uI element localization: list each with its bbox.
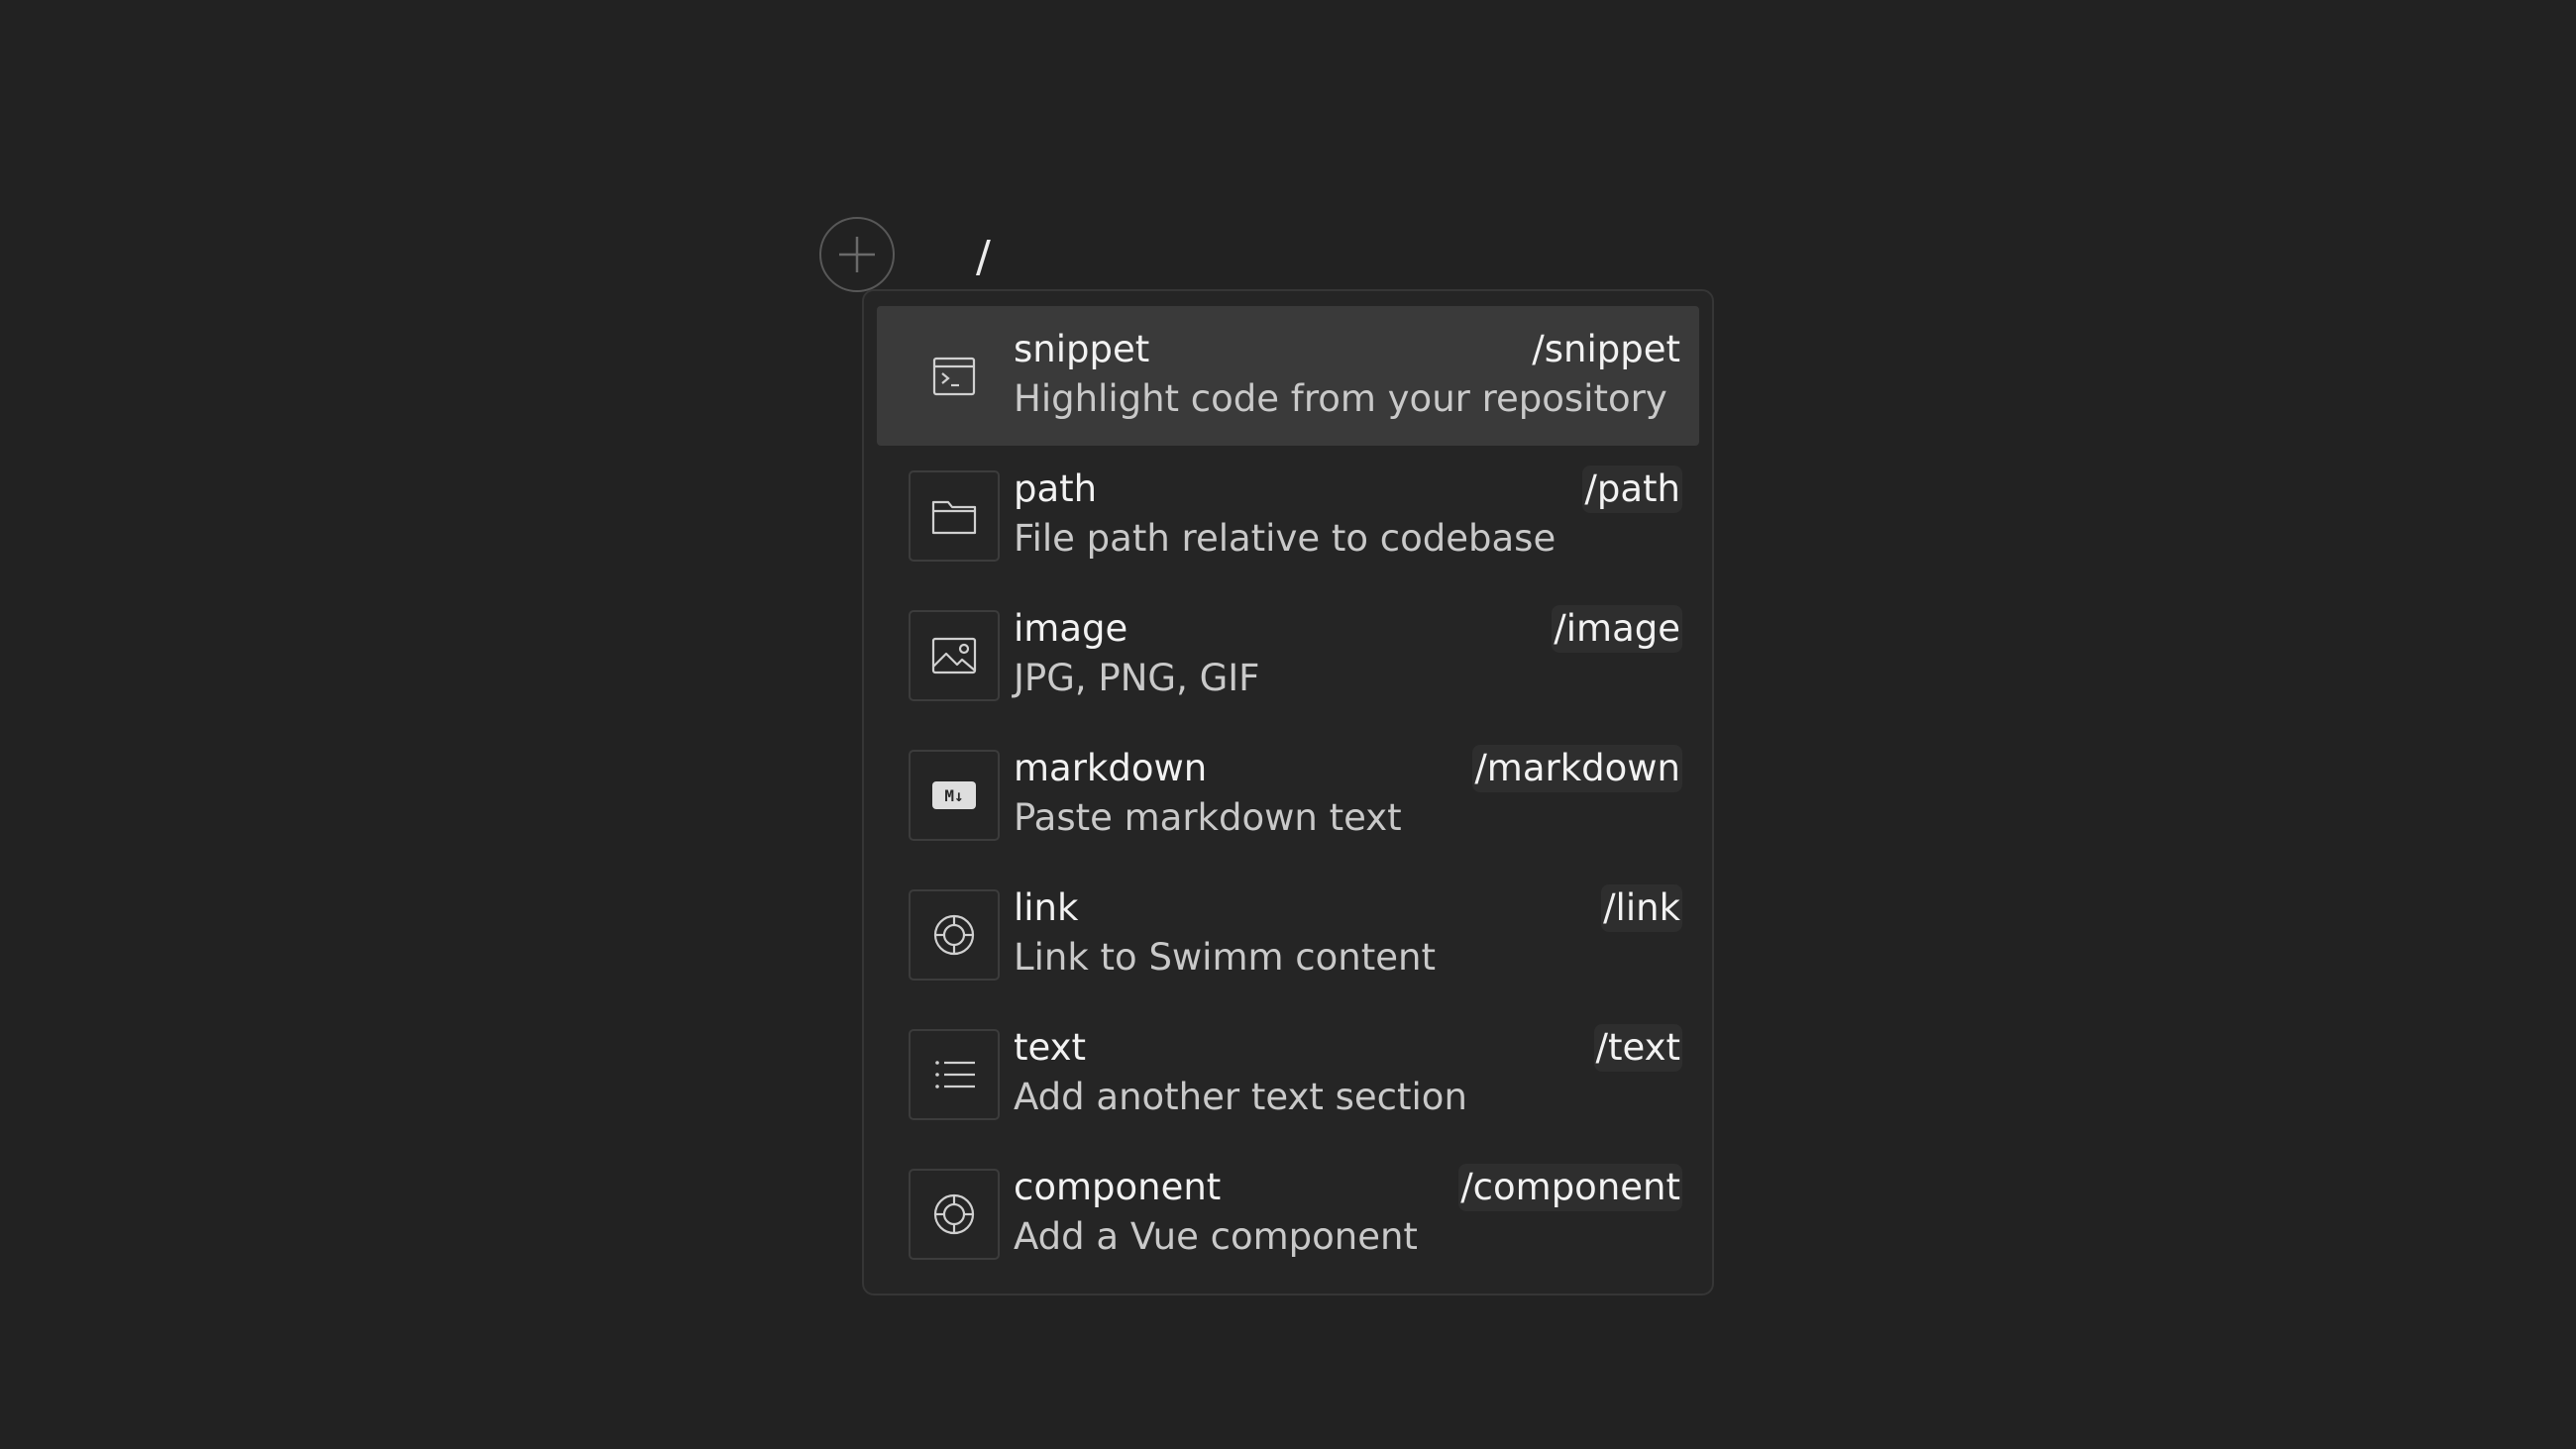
menu-item-description: Link to Swimm content xyxy=(1014,936,1436,979)
menu-item-component[interactable]: component Add a Vue component /component xyxy=(877,1144,1699,1284)
menu-item-shortcut: /path xyxy=(1582,466,1682,513)
terminal-window-icon xyxy=(909,331,1000,422)
menu-item-text[interactable]: text Add another text section /text xyxy=(877,1004,1699,1144)
menu-item-title: link xyxy=(1014,886,1079,929)
menu-item-shortcut: /text xyxy=(1593,1024,1682,1072)
menu-item-description: File path relative to codebase xyxy=(1014,517,1556,560)
menu-item-markdown[interactable]: M↓ markdown Paste markdown text /markdow… xyxy=(877,725,1699,865)
svg-text:M↓: M↓ xyxy=(944,786,963,805)
menu-item-description: Add another text section xyxy=(1014,1076,1467,1118)
menu-item-path[interactable]: path File path relative to codebase /pat… xyxy=(877,446,1699,585)
menu-item-shortcut: /image xyxy=(1552,605,1682,653)
slash-command-menu: snippet Highlight code from your reposit… xyxy=(862,289,1714,1295)
menu-item-title: snippet xyxy=(1014,328,1150,370)
menu-item-description: Add a Vue component xyxy=(1014,1215,1418,1258)
menu-item-title: image xyxy=(1014,607,1128,650)
swimm-link-icon xyxy=(909,889,1000,981)
menu-item-description: Highlight code from your repository xyxy=(1014,377,1667,420)
menu-item-shortcut: /component xyxy=(1458,1164,1682,1211)
image-icon xyxy=(909,610,1000,701)
editor-canvas: / snippet Highlight code from your repos… xyxy=(0,0,2576,1449)
menu-item-shortcut: /snippet xyxy=(1532,328,1680,370)
menu-item-description: Paste markdown text xyxy=(1014,796,1402,839)
menu-item-title: markdown xyxy=(1014,747,1208,789)
menu-item-title: component xyxy=(1014,1166,1222,1208)
add-block-button[interactable] xyxy=(819,217,895,292)
folder-icon xyxy=(909,470,1000,562)
menu-item-link[interactable]: link Link to Swimm content /link xyxy=(877,865,1699,1004)
component-icon xyxy=(909,1169,1000,1260)
slash-command-input[interactable]: / xyxy=(976,230,991,285)
menu-item-image[interactable]: image JPG, PNG, GIF /image xyxy=(877,585,1699,725)
plus-icon xyxy=(839,237,875,272)
menu-item-shortcut: /markdown xyxy=(1472,745,1682,792)
menu-item-shortcut: /link xyxy=(1601,884,1682,932)
menu-item-snippet[interactable]: snippet Highlight code from your reposit… xyxy=(877,306,1699,446)
menu-item-title: text xyxy=(1014,1026,1087,1069)
list-icon xyxy=(909,1029,1000,1120)
menu-item-title: path xyxy=(1014,467,1098,510)
markdown-icon: M↓ xyxy=(909,750,1000,841)
menu-item-description: JPG, PNG, GIF xyxy=(1014,657,1260,699)
